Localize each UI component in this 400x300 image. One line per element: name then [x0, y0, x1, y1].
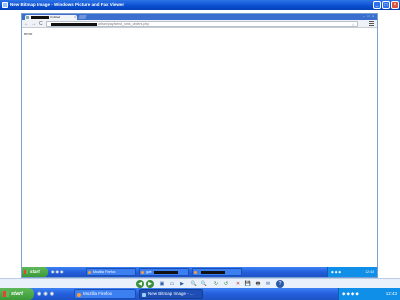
new-tab-button[interactable]	[78, 15, 87, 19]
close-button[interactable]: ×	[391, 1, 399, 9]
windows-flag-icon	[3, 291, 9, 297]
inner-clock: 12:43	[365, 270, 374, 274]
redacted-block	[201, 270, 225, 274]
inner-start-button: start	[22, 267, 48, 277]
tab-favicon-icon	[26, 16, 29, 19]
zoom-out-icon[interactable]: 🔍	[200, 280, 208, 288]
inner-system-tray: ◆◆◆ 12:43	[327, 267, 377, 277]
save-icon[interactable]: 💾	[244, 280, 252, 288]
firefox-icon	[88, 271, 91, 274]
inner-task-label: gwt	[146, 270, 152, 274]
inner-quick-launch: ◉◉◉	[51, 269, 65, 274]
next-image-button[interactable]: ▶	[146, 280, 154, 288]
slideshow-button[interactable]: ▶	[178, 280, 186, 288]
inner-task-3	[192, 268, 242, 276]
start-label: start	[11, 291, 23, 297]
redacted-block	[154, 270, 179, 274]
maximize-button[interactable]: □	[382, 1, 390, 9]
taskbar-item-firefox[interactable]: Mozilla Firefox	[74, 289, 136, 299]
email-icon[interactable]: ✉	[264, 280, 272, 288]
previous-image-button[interactable]: ◀	[136, 280, 144, 288]
clock[interactable]: 12:43	[386, 291, 397, 296]
help-icon[interactable]: ?	[276, 280, 284, 288]
delete-icon[interactable]: ✕	[234, 280, 242, 288]
bookmark-star-icon[interactable]: ☆	[351, 22, 355, 27]
taskbar-item-label: Mozilla Firefox	[83, 291, 113, 296]
redacted-block	[31, 16, 49, 19]
app-icon	[141, 271, 144, 274]
inner-task-label: Mozilla Firefox	[93, 270, 116, 274]
rotate-clockwise-icon[interactable]: ↻	[212, 280, 220, 288]
taskbar-item-label: New Bitmap Image - ...	[148, 291, 194, 296]
best-fit-button[interactable]: ▣	[158, 280, 166, 288]
page-content: error	[22, 29, 377, 266]
menu-icon[interactable]	[369, 21, 374, 26]
inner-tray-icons: ◆◆◆	[331, 270, 343, 274]
image-icon	[142, 293, 146, 297]
address-bar-url: urban/pay/send_sms_orders.php	[98, 22, 150, 26]
viewer-toolbar: ◀ ▶ ▣ ▭ ▶ 🔍 🔍 ↻ ↺ ✕ 💾 🖶 ✉ ?	[0, 278, 400, 288]
window-titlebar: New Bitmap Image - Windows Picture and F…	[0, 0, 400, 10]
taskbar-item-picture-viewer[interactable]: New Bitmap Image - ...	[139, 289, 203, 299]
actual-size-button[interactable]: ▭	[168, 280, 176, 288]
browser-window-controls[interactable]: – □ ×	[363, 14, 375, 18]
address-bar[interactable]: urban/pay/send_sms_orders.php ☆	[46, 21, 358, 27]
redacted-block	[51, 23, 97, 26]
app-icon	[194, 271, 197, 274]
window-title: New Bitmap Image - Windows Picture and F…	[10, 2, 125, 7]
inner-task-2: gwt	[139, 268, 189, 276]
windows-flag-icon	[24, 270, 28, 274]
inner-task-firefox: Mozilla Firefox	[86, 268, 136, 276]
start-button[interactable]: start	[0, 288, 34, 300]
page-error-text: error	[24, 31, 33, 36]
forward-icon[interactable]: →	[31, 21, 36, 27]
inner-start-label: start	[30, 269, 40, 274]
firefox-icon	[77, 293, 81, 297]
browser-toolbar: ← → C urban/pay/send_sms_orders.php ☆	[22, 20, 377, 28]
rotate-counterclockwise-icon[interactable]: ↺	[222, 280, 230, 288]
zoom-in-icon[interactable]: 🔍	[190, 280, 198, 288]
print-icon[interactable]: 🖶	[254, 280, 262, 288]
minimize-button[interactable]: _	[373, 1, 381, 9]
reload-icon[interactable]: C	[39, 21, 43, 27]
inner-taskbar: start ◉◉◉ Mozilla Firefox gwt ◆◆◆ 12:43	[22, 267, 377, 277]
picture-viewer-app-icon	[2, 2, 8, 8]
quick-launch[interactable]: ◉◉◉	[37, 291, 56, 297]
taskbar: start ◉◉◉ Mozilla Firefox New Bitmap Ima…	[0, 288, 400, 300]
displayed-image: Untitled × – □ × ← → C urban/pay/send_sm…	[21, 13, 378, 278]
system-tray: ◆◆◆◆ 12:43	[338, 288, 400, 300]
tray-icons[interactable]: ◆◆◆◆	[342, 291, 360, 297]
back-icon[interactable]: ←	[24, 21, 29, 27]
